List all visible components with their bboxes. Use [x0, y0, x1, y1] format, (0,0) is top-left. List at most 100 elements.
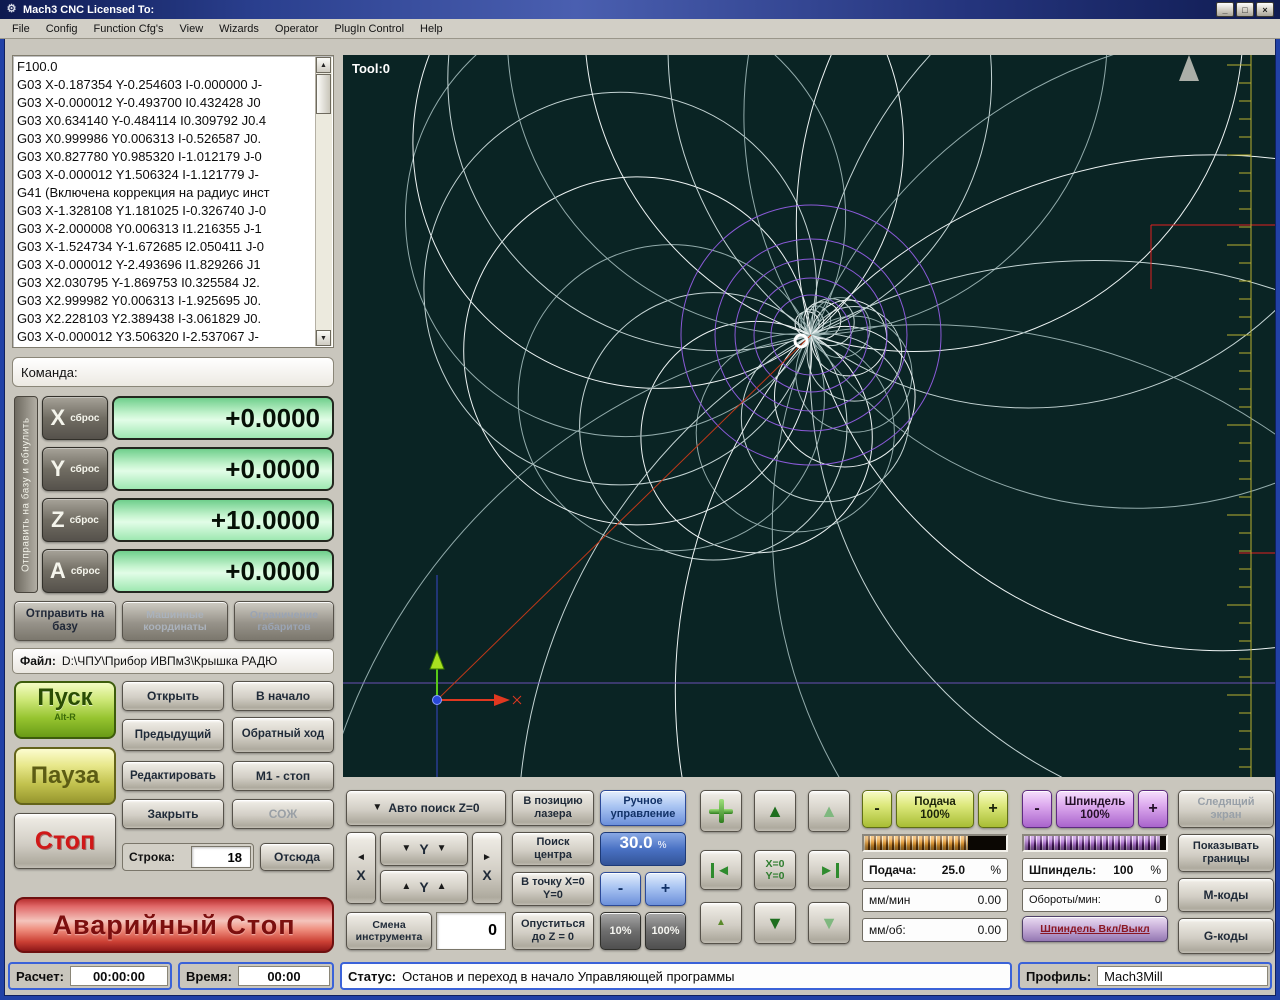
emergency-stop-button[interactable]: Аварийный Стоп	[14, 897, 334, 953]
menu-item[interactable]: View	[172, 21, 212, 37]
menu-item[interactable]: Operator	[267, 21, 326, 37]
jog-all-axes-button[interactable]	[700, 790, 742, 832]
prev-line-button[interactable]: Предыдущий	[122, 719, 224, 751]
run-from-here-button[interactable]: Отсюда	[260, 843, 334, 871]
m1-stop-button[interactable]: M1 - стоп	[232, 761, 334, 791]
a-reset-button[interactable]: A сброс	[42, 549, 108, 593]
scroll-thumb[interactable]	[316, 74, 331, 114]
reverse-run-button[interactable]: Обратный ход	[232, 717, 334, 753]
title-bar[interactable]: ⚙ Mach3 CNC Licensed To: _ □ ×	[0, 0, 1280, 19]
feed-minus-button[interactable]: -	[862, 790, 892, 828]
scroll-up-icon[interactable]: ▲	[316, 57, 331, 73]
menu-item[interactable]: File	[4, 21, 38, 37]
goto-right-limit-button[interactable]: ►	[808, 850, 850, 890]
jog-100-percent-button[interactable]: 100%	[645, 912, 686, 950]
goto-laser-position-button[interactable]: В позицию лазера	[512, 790, 594, 826]
jog-percent-minus-button[interactable]: -	[600, 872, 641, 906]
menu-bar: File Config Function Cfg's View Wizards Opera…	[0, 19, 1280, 39]
tool-change-button[interactable]: Смена инструмента	[346, 912, 432, 950]
calc-label: Расчет:	[16, 968, 64, 984]
jog-10-percent-button[interactable]: 10%	[600, 912, 641, 950]
step-mode-button[interactable]: ▲	[700, 902, 742, 944]
feed-override-slider[interactable]	[862, 834, 1008, 852]
line-number-group: Строка: 18	[122, 843, 254, 871]
gcode-line: G03 X-0.000012 Y1.506324 I-1.121779 J-	[17, 167, 259, 182]
edit-gcode-button[interactable]: Редактировать	[122, 761, 224, 791]
mdi-input[interactable]: Команда:	[12, 357, 334, 387]
jog-x-minus-button[interactable]: ◄ X	[346, 832, 376, 904]
stop-button[interactable]: Стоп	[14, 813, 116, 869]
calc-time-field: 00:00:00	[69, 966, 168, 986]
line-number-field[interactable]: 18	[191, 846, 251, 868]
axis-letter-a: A	[49, 558, 66, 583]
goto-left-limit-button[interactable]: ◄	[700, 850, 742, 890]
close-gcode-button[interactable]: Закрыть	[122, 799, 224, 829]
tool-cone-marker	[1179, 55, 1199, 81]
menu-item[interactable]: PlugIn Control	[326, 21, 412, 37]
feed-btn-line1: Подача	[914, 795, 956, 808]
minimize-button[interactable]: _	[1216, 2, 1234, 17]
gcode-line: F100.0	[17, 59, 58, 74]
toolpath-display[interactable]: Tool:0	[306, 0, 1280, 1000]
menu-item[interactable]: Config	[38, 21, 86, 37]
gcode-scrollbar[interactable]: ▲ ▼	[315, 57, 332, 346]
machine-coords-button[interactable]: Машинные координаты	[122, 601, 228, 641]
spindle-minus-button[interactable]: -	[1022, 790, 1052, 828]
goto-xy-zero-button[interactable]: В точку X=0 Y=0	[512, 872, 594, 906]
feed-slider-fill	[864, 836, 968, 850]
up-arrow-icon: ▲	[401, 881, 412, 892]
gcode-listing[interactable]: F100.0 G03 X-0.187354 Y-0.254603 I-0.0000…	[12, 55, 334, 348]
close-button[interactable]: ×	[1256, 2, 1274, 17]
z-reset-button[interactable]: Z сброс	[42, 498, 108, 542]
spindle-override-reset-button[interactable]: Шпиндель 100%	[1056, 790, 1134, 828]
dro-side-label[interactable]: Отправить на базу и обнулить	[14, 396, 38, 593]
jog-z-up-button[interactable]: ▲	[808, 790, 850, 832]
g-codes-button[interactable]: G-коды	[1178, 918, 1274, 954]
auto-z-probe-button[interactable]: ▼ Авто поиск Z=0	[346, 790, 506, 826]
xy-zero-button[interactable]: X=0 Y=0	[754, 850, 796, 890]
jog-y-minus-button[interactable]: ▼ Y ▼	[380, 832, 468, 866]
maximize-button[interactable]: □	[1236, 2, 1254, 17]
jog-z-down-button[interactable]: ▼	[808, 902, 850, 944]
spindle-override-slider[interactable]	[1022, 834, 1168, 852]
rewind-button[interactable]: В начало	[232, 681, 334, 711]
gcode-line: G03 X-2.000008 Y0.006313 I1.216355 J-1	[17, 221, 262, 236]
feed-mm-min-readout: мм/мин 0.00	[862, 888, 1008, 912]
jog-z-up-fast-button[interactable]: ▲	[754, 790, 796, 832]
x-reset-button[interactable]: X сброс	[42, 396, 108, 440]
menu-item[interactable]: Wizards	[211, 21, 267, 37]
a-dro-value: +0.0000	[112, 549, 334, 593]
lower-to-z-zero-button[interactable]: Опуститься до Z = 0	[512, 912, 594, 950]
y-reset-button[interactable]: Y сброс	[42, 447, 108, 491]
scroll-down-icon[interactable]: ▼	[316, 330, 331, 346]
feed-override-reset-button[interactable]: Подача 100%	[896, 790, 974, 828]
time-label: Время:	[186, 968, 232, 984]
jog-percent-plus-button[interactable]: +	[645, 872, 686, 906]
gcode-line: G03 X2.030795 Y-1.869753 I0.325584 J2.	[17, 275, 260, 290]
follow-screen-button[interactable]: Следящий экран	[1178, 790, 1274, 828]
jog-x-plus-button[interactable]: ► X	[472, 832, 502, 904]
spindle-plus-button[interactable]: +	[1138, 790, 1168, 828]
pause-button[interactable]: Пауза	[14, 747, 116, 805]
feed-plus-button[interactable]: +	[978, 790, 1008, 828]
cycle-start-button[interactable]: Пуск Alt-R	[14, 681, 116, 739]
menu-item[interactable]: Help	[412, 21, 451, 37]
manual-jog-mode-button[interactable]: Ручное управление	[600, 790, 686, 826]
coolant-button[interactable]: СОЖ	[232, 799, 334, 829]
soft-limits-button[interactable]: Ограничение габаритов	[234, 601, 334, 641]
find-center-button[interactable]: Поиск центра	[512, 832, 594, 866]
spindle-toggle-button[interactable]: Шпиндель Вкл/Выкл	[1022, 916, 1168, 942]
open-file-button[interactable]: Открыть	[122, 681, 224, 711]
jog-z-down-fast-button[interactable]: ▼	[754, 902, 796, 944]
goto-home-button[interactable]: Отправить на базу	[14, 601, 116, 641]
m-codes-button[interactable]: М-коды	[1178, 878, 1274, 912]
menu-item[interactable]: Function Cfg's	[86, 21, 172, 37]
limit-bar-icon	[835, 862, 839, 878]
down-arrow-icon: ▼	[372, 802, 383, 813]
axis-letter-y: Y	[50, 456, 66, 481]
axis-letter-z: Z	[51, 507, 65, 532]
show-limits-button[interactable]: Показывать границы	[1178, 834, 1274, 872]
z-dro-value: +10.0000	[112, 498, 334, 542]
jog-y-plus-button[interactable]: ▲ Y ▲	[380, 870, 468, 904]
gcode-line: G03 X2.228103 Y2.389438 I-3.061829 J0.	[17, 311, 262, 326]
